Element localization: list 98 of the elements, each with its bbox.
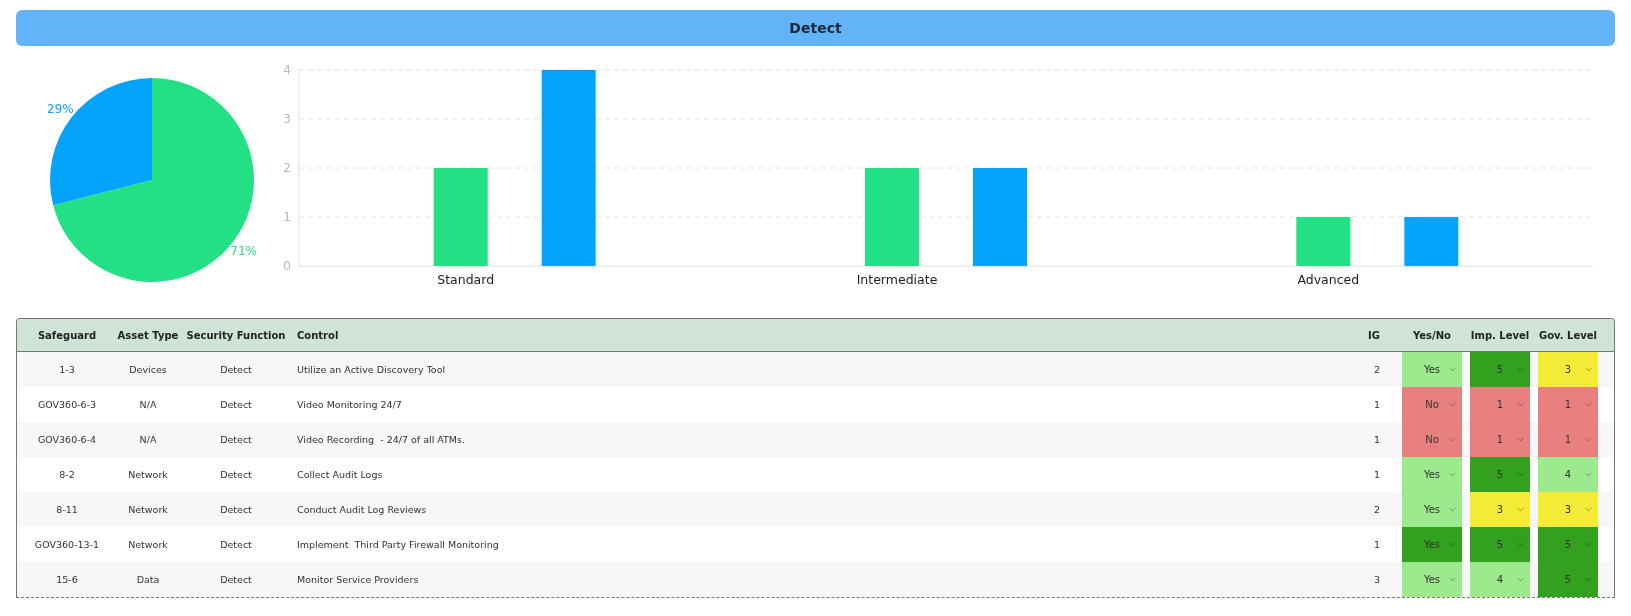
axis-tick-label: 0 (283, 259, 291, 273)
dropdown[interactable]: 4 (1538, 457, 1598, 492)
category-label: Advanced (1297, 272, 1360, 287)
table-cell-text: Utilize an Active Discovery Tool (296, 364, 447, 375)
dropdown[interactable]: Yes (1402, 352, 1462, 387)
table-cell-text: N/A (138, 399, 158, 410)
chevron-down-icon (1449, 437, 1456, 442)
dropdown[interactable]: 5 (1470, 527, 1530, 562)
axis-tick-label: 3 (283, 112, 291, 126)
slice-label: 71% (230, 244, 257, 259)
column-header: Imp. Level (1470, 328, 1530, 343)
table-cell-text: Network (127, 539, 169, 550)
axis-tick-label: 4 (283, 63, 291, 77)
chevron-down-icon (1449, 472, 1456, 477)
chevron-down-icon (1449, 402, 1456, 407)
dropdown[interactable]: 5 (1470, 457, 1530, 492)
axis-tick-label: 1 (283, 210, 291, 224)
table-cell-text: 1 (1372, 469, 1381, 480)
table-cell-text: 1 (1372, 539, 1381, 550)
table-cell-text: Detect (219, 504, 253, 515)
chevron-down-icon (1517, 472, 1524, 477)
column-header: Security Function (185, 329, 287, 341)
table-cell-text: Detect (219, 574, 253, 585)
chevron-down-icon (1585, 367, 1592, 372)
bar (1296, 217, 1351, 266)
dropdown[interactable]: 3 (1470, 492, 1530, 527)
column-header: Yes/No (1412, 328, 1452, 343)
table-cell-text: Data (135, 574, 161, 585)
dropdown[interactable]: 1 (1538, 422, 1598, 457)
dropdown[interactable]: 1 (1470, 387, 1530, 422)
chevron-down-icon (1585, 577, 1592, 582)
table-cell-text: Detect (219, 399, 253, 410)
table-cell-text: GOV360-13-1 (33, 539, 101, 550)
table-cell-text: 3 (1372, 574, 1381, 585)
chevron-down-icon (1585, 437, 1592, 442)
chevron-down-icon (1585, 472, 1592, 477)
chevron-down-icon (1449, 577, 1456, 582)
table-cell-text: 2 (1372, 504, 1381, 515)
dropdown[interactable]: 3 (1538, 352, 1598, 387)
section-title: Detect (789, 20, 842, 36)
table-cell-text: Video Monitoring 24/7 (296, 399, 403, 410)
chevron-down-icon (1449, 507, 1456, 512)
chevron-down-icon (1517, 367, 1524, 372)
table-cell-text: 1-3 (58, 364, 76, 375)
dropdown[interactable]: Yes (1402, 492, 1462, 527)
dropdown[interactable]: 5 (1538, 527, 1598, 562)
dropdown[interactable]: 3 (1538, 492, 1598, 527)
table-cell-text: Detect (219, 364, 253, 375)
table-cell-text: Detect (219, 469, 253, 480)
table-cell-text: N/A (138, 434, 158, 445)
dropdown[interactable]: No (1402, 422, 1462, 457)
dropdown[interactable]: 1 (1538, 387, 1598, 422)
table-cell-text: Network (127, 504, 169, 515)
column-header: IG (1367, 329, 1381, 341)
chevron-down-icon (1517, 507, 1524, 512)
column-header: Control (296, 329, 340, 341)
bar (1404, 217, 1459, 266)
axis-tick-label: 2 (283, 161, 291, 175)
table-cell-text: Network (127, 469, 169, 480)
table-cell-text: Video Recording - 24/7 of all ATMs. (296, 434, 467, 445)
table-cell-text: 15-6 (55, 574, 79, 585)
dropdown[interactable]: 1 (1470, 422, 1530, 457)
chevron-down-icon (1517, 577, 1524, 582)
category-label: Standard (437, 272, 495, 287)
dropdown[interactable]: Yes (1402, 562, 1462, 597)
table-cell-text: Monitor Service Providers (296, 574, 420, 585)
column-header: Safeguard (36, 329, 98, 341)
dropdown[interactable]: No (1402, 387, 1462, 422)
slice-label: 29% (47, 101, 74, 116)
dropdown[interactable]: Yes (1402, 457, 1462, 492)
chevron-down-icon (1449, 542, 1456, 547)
dropdown[interactable]: Yes (1402, 527, 1462, 562)
column-header: Gov. Level (1538, 328, 1598, 343)
table-cell-text: Devices (128, 364, 168, 375)
table-cell-text: Collect Audit Logs (296, 469, 384, 480)
table-cell-text: 2 (1372, 364, 1381, 375)
table-cell-text: Detect (219, 434, 253, 445)
dropdown[interactable]: 4 (1470, 562, 1530, 597)
dropdown[interactable]: 5 (1470, 352, 1530, 387)
table-cell-text: 8-2 (58, 469, 76, 480)
category-label: Intermediate (856, 272, 938, 287)
dropdown[interactable]: 5 (1538, 562, 1598, 597)
table-cell-text: 1 (1372, 399, 1381, 410)
table-cell-text: GOV360-6-3 (36, 399, 98, 410)
table-cell-text: Conduct Audit Log Reviews (296, 504, 428, 515)
table-cell-text: 8-11 (55, 504, 79, 515)
column-header: Asset Type (117, 329, 179, 341)
chevron-down-icon (1585, 542, 1592, 547)
chevron-down-icon (1517, 402, 1524, 407)
chevron-down-icon (1517, 437, 1524, 442)
chevron-down-icon (1585, 402, 1592, 407)
chevron-down-icon (1517, 542, 1524, 547)
chevron-down-icon (1585, 507, 1592, 512)
table-cell-text: Implement Third Party Firewall Monitoring (296, 539, 500, 550)
table-cell-text: Detect (219, 539, 253, 550)
chevron-down-icon (1449, 367, 1456, 372)
table-cell-text: 1 (1372, 434, 1381, 445)
table-cell-text: GOV360-6-4 (36, 434, 98, 445)
